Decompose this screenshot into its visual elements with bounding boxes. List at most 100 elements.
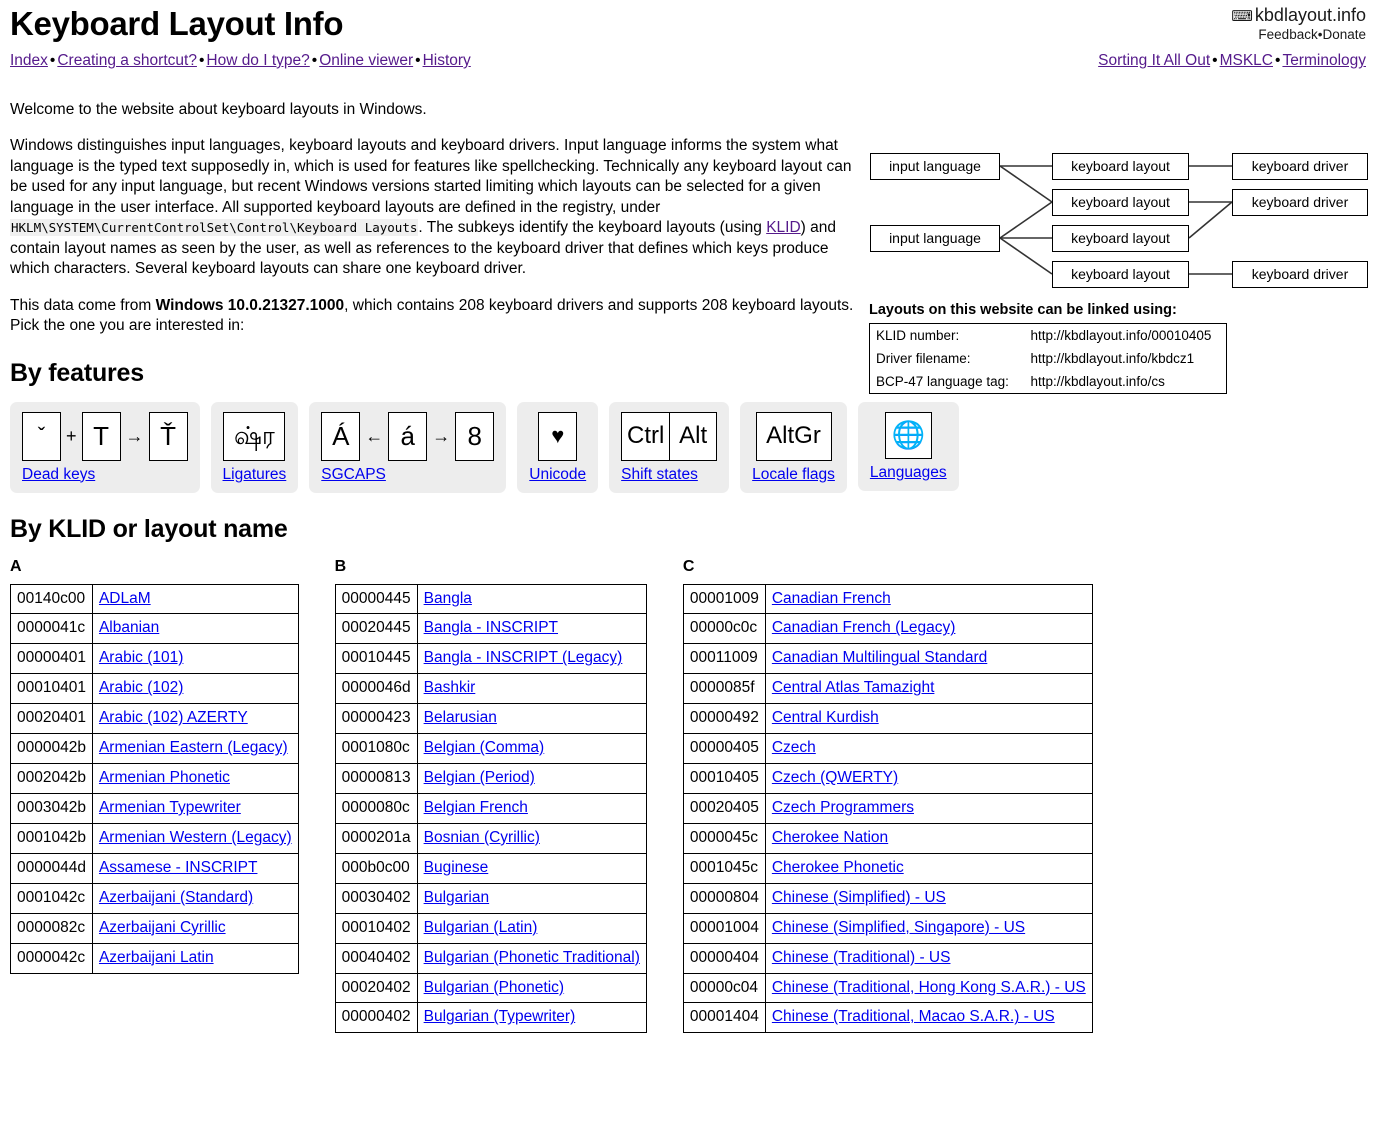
klid-number-cell: 0000041c: [10, 613, 93, 645]
nav-link-how-do-i-type[interactable]: How do I type?: [206, 52, 309, 69]
nav-right-group: Sorting It All Out • MSKLC • Terminology: [1098, 52, 1366, 70]
layout-link[interactable]: Belarusian: [424, 709, 497, 726]
klid-number-cell: 00001404: [682, 1002, 766, 1034]
layout-name-cell: Chinese (Simplified) - US: [764, 882, 1093, 914]
klid-columns: A 00140c00 ADLaM 0000041c Albanian 00000401 A…: [10, 558, 1366, 1034]
layout-link[interactable]: Bulgarian (Typewriter): [424, 1008, 576, 1025]
layout-link[interactable]: Canadian French: [772, 590, 891, 607]
table-row: BCP-47 language tag: http://kbdlayout.in…: [870, 370, 1227, 394]
nav-link-history[interactable]: History: [423, 52, 471, 69]
layout-link[interactable]: Canadian Multilingual Standard: [772, 649, 987, 666]
layout-link[interactable]: Cherokee Nation: [772, 829, 888, 846]
layout-name-cell: Bosnian (Cyrillic): [416, 822, 647, 854]
layout-link[interactable]: Buginese: [424, 859, 489, 876]
feature-card-locale-flags[interactable]: AltGr Locale flags: [740, 401, 847, 493]
table-row: 00001404 Chinese (Traditional, Macao S.A.…: [682, 1002, 1093, 1034]
feature-card-dead-keys[interactable]: ˇ + T → Ť Dead keys: [10, 401, 200, 493]
nav-link-sorting-it-all-out[interactable]: Sorting It All Out: [1098, 52, 1210, 69]
layout-link[interactable]: Central Atlas Tamazight: [772, 679, 935, 696]
layout-link[interactable]: Bangla - INSCRIPT (Legacy): [424, 649, 623, 666]
klid-table-a: 00140c00 ADLaM 0000041c Albanian 00000401 Ara…: [10, 583, 299, 974]
layout-link[interactable]: Chinese (Traditional) - US: [772, 949, 951, 966]
layout-link[interactable]: Azerbaijani (Standard): [99, 889, 253, 906]
layout-link[interactable]: Bosnian (Cyrillic): [424, 829, 540, 846]
layout-link[interactable]: Czech (QWERTY): [772, 769, 898, 786]
layout-link[interactable]: Arabic (101): [99, 649, 183, 666]
layout-link[interactable]: Belgian French: [424, 799, 528, 816]
layout-link[interactable]: Bashkir: [424, 679, 476, 696]
layout-link[interactable]: ADLaM: [99, 590, 151, 607]
layout-link[interactable]: Bulgarian (Phonetic Traditional): [424, 949, 640, 966]
layout-link[interactable]: Armenian Phonetic: [99, 769, 230, 786]
layout-link[interactable]: Canadian French (Legacy): [772, 619, 956, 636]
layout-link[interactable]: Arabic (102) AZERTY: [99, 709, 248, 726]
layout-link[interactable]: Bangla - INSCRIPT: [424, 619, 558, 636]
layout-link[interactable]: Armenian Typewriter: [99, 799, 241, 816]
layout-name-cell: Bangla: [416, 583, 647, 615]
klid-table-b: 00000445 Bangla 00020445 Bangla - INSCRIPT 0…: [334, 583, 647, 1034]
column-letter-c: C: [682, 557, 695, 575]
layout-link[interactable]: Chinese (Simplified, Singapore) - US: [772, 919, 1025, 936]
locale-flags-illustration: AltGr: [752, 411, 835, 461]
layout-link[interactable]: Chinese (Simplified) - US: [772, 889, 946, 906]
klid-number-cell: 0000042b: [10, 733, 93, 765]
linking-heading: Layouts on this website can be linked us…: [869, 302, 1177, 318]
feature-link-shift-states[interactable]: Shift states: [621, 466, 698, 483]
nav-link-terminology[interactable]: Terminology: [1282, 52, 1366, 69]
layout-link[interactable]: Central Kurdish: [772, 709, 879, 726]
layout-link[interactable]: Azerbaijani Cyrillic: [99, 919, 226, 936]
layout-link[interactable]: Chinese (Traditional, Macao S.A.R.) - US: [772, 1008, 1055, 1025]
feature-link-sgcaps[interactable]: SGCAPS: [321, 466, 386, 483]
table-row: 00000804 Chinese (Simplified) - US: [682, 882, 1093, 914]
klid-number-cell: 0000201a: [334, 822, 418, 854]
data-source-prefix: This data come from: [10, 296, 156, 314]
table-row: 00000402 Bulgarian (Typewriter): [334, 1002, 647, 1034]
layout-link[interactable]: Albanian: [99, 619, 159, 636]
feature-card-shift-states[interactable]: Ctrl Alt Shift states: [609, 401, 730, 493]
nav-link-online-viewer[interactable]: Online viewer: [319, 52, 413, 69]
klid-link[interactable]: KLID: [766, 219, 800, 236]
brand-name-text: kbdlayout.info: [1254, 5, 1366, 25]
table-row: 00000813 Belgian (Period): [334, 763, 647, 794]
layout-link[interactable]: Cherokee Phonetic: [772, 859, 904, 876]
layout-link[interactable]: Azerbaijani Latin: [99, 949, 214, 966]
feedback-link[interactable]: Feedback: [1258, 27, 1317, 42]
nav-link-index[interactable]: Index: [10, 52, 48, 69]
layout-link[interactable]: Bulgarian: [424, 889, 490, 906]
layout-link[interactable]: Bulgarian (Phonetic): [424, 979, 564, 996]
feature-link-locale-flags[interactable]: Locale flags: [752, 466, 835, 483]
donate-link[interactable]: Donate: [1322, 27, 1366, 42]
intro-overview-part2: . The subkeys identify the keyboard layo…: [418, 219, 767, 237]
nav-link-msklc[interactable]: MSKLC: [1220, 52, 1273, 69]
layout-link[interactable]: Assamese - INSCRIPT: [99, 859, 257, 876]
feature-card-unicode[interactable]: ♥ Unicode: [517, 401, 599, 493]
feature-link-dead-keys[interactable]: Dead keys: [22, 466, 95, 483]
feature-link-ligatures[interactable]: Ligatures: [223, 466, 287, 483]
klid-number-cell: 0000085f: [682, 673, 766, 705]
layout-link[interactable]: Armenian Western (Legacy): [99, 829, 292, 846]
layout-link[interactable]: Belgian (Period): [424, 769, 535, 786]
nav-link-creating-a-shortcut[interactable]: Creating a shortcut?: [57, 52, 197, 69]
feature-link-unicode[interactable]: Unicode: [529, 466, 586, 483]
feature-link-languages[interactable]: Languages: [870, 464, 947, 481]
klid-number-cell: 0001042c: [10, 882, 93, 914]
table-row: 00010405 Czech (QWERTY): [682, 763, 1093, 794]
layout-link[interactable]: Belgian (Comma): [424, 739, 545, 756]
feature-card-languages[interactable]: 🌐 Languages: [857, 401, 959, 491]
layout-link[interactable]: Czech Programmers: [772, 799, 914, 816]
table-row: 000b0c00 Buginese: [334, 852, 647, 884]
table-row: 0000082c Azerbaijani Cyrillic: [10, 912, 299, 944]
klid-number-cell: 00011009: [682, 643, 766, 675]
table-row: 00010402 Bulgarian (Latin): [334, 912, 647, 944]
layout-link[interactable]: Chinese (Traditional, Hong Kong S.A.R.) …: [772, 979, 1086, 996]
layout-name-cell: Canadian Multilingual Standard: [764, 643, 1093, 675]
table-row: 00040402 Bulgarian (Phonetic Traditional): [334, 942, 647, 974]
layout-link[interactable]: Bulgarian (Latin): [424, 919, 538, 936]
feature-card-ligatures[interactable]: ஷ்ர Ligatures: [210, 401, 299, 493]
feature-card-sgcaps[interactable]: Á ← á → 8 SGCAPS: [309, 401, 507, 493]
klid-column-a: A 00140c00 ADLaM 0000041c Albanian 00000401 A…: [10, 558, 299, 974]
layout-link[interactable]: Bangla: [424, 590, 472, 607]
layout-link[interactable]: Armenian Eastern (Legacy): [99, 739, 288, 756]
layout-link[interactable]: Czech: [772, 739, 816, 756]
layout-link[interactable]: Arabic (102): [99, 679, 183, 696]
